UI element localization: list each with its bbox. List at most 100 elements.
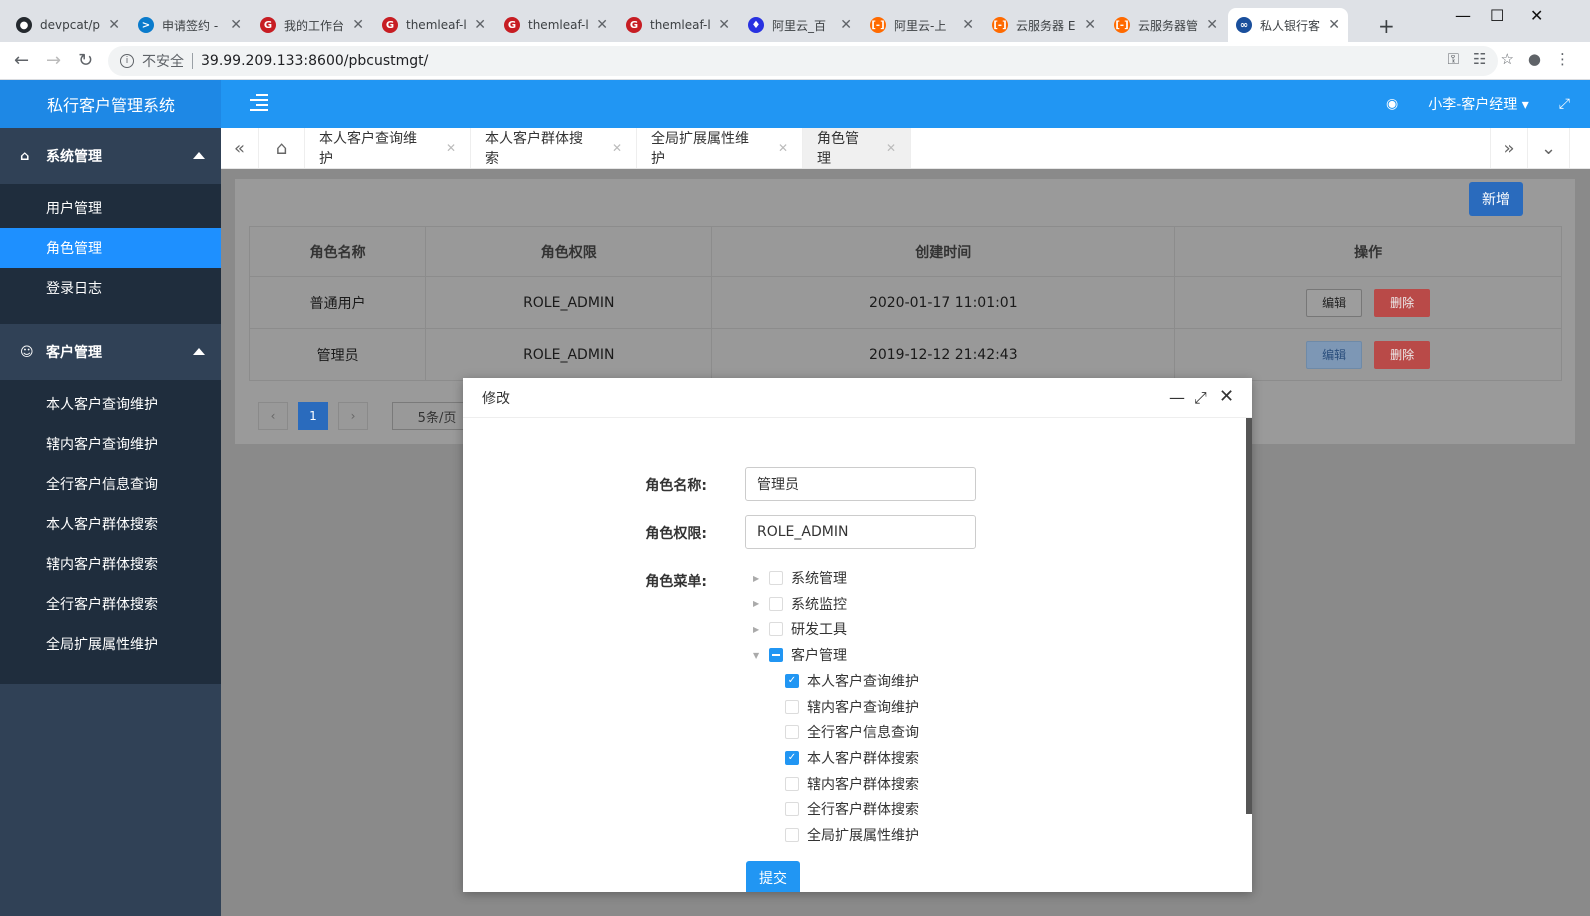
delete-button[interactable]: 删除 [1374, 340, 1431, 369]
tabs-scroll-left-icon[interactable]: « [221, 128, 259, 168]
tree-node[interactable]: 辖内客户群体搜索 [785, 774, 919, 794]
browser-tab[interactable]: Gthemleaf-l ✕ [374, 8, 494, 42]
sidebar-item[interactable]: 全行客户信息查询 [0, 464, 221, 504]
tree-checkbox[interactable]: ✓ [785, 673, 799, 688]
caret-right-icon[interactable]: ▶ [753, 574, 765, 583]
sidebar-item[interactable]: 本人客户群体搜索 [0, 504, 221, 544]
forward-icon[interactable]: → [46, 50, 61, 71]
tree-checkbox[interactable] [769, 648, 783, 663]
edit-button[interactable]: 编辑 [1306, 288, 1363, 317]
sidebar-group[interactable]: ☺ 客户管理 [0, 324, 221, 380]
menu-icon[interactable]: ⋮ [1555, 50, 1570, 68]
info-icon[interactable]: i [120, 54, 134, 68]
add-button[interactable]: 新增 [1469, 182, 1523, 216]
tree-checkbox[interactable] [769, 622, 783, 637]
delete-button[interactable]: 删除 [1374, 288, 1431, 317]
browser-tab[interactable]: [-] 阿里云-上 ✕ [862, 8, 982, 42]
tree-checkbox[interactable] [785, 828, 799, 842]
maximize-window-icon[interactable]: ☐ [1490, 6, 1504, 25]
sidebar-item[interactable]: 登录日志 [0, 268, 221, 308]
close-tab-icon[interactable]: ✕ [886, 141, 896, 155]
next-page-icon[interactable]: › [338, 402, 368, 430]
browser-tab[interactable]: G 我的工作台 ✕ [252, 8, 372, 42]
tree-checkbox[interactable] [785, 699, 799, 714]
close-tab-icon[interactable]: ✕ [446, 141, 456, 155]
close-tab-icon[interactable]: ✕ [352, 17, 364, 33]
close-tab-icon[interactable]: ✕ [108, 17, 120, 33]
browser-tab[interactable]: > 申请签约 - ✕ [130, 8, 250, 42]
close-tab-icon[interactable]: ✕ [230, 17, 242, 33]
sidebar-item[interactable]: 全行客户群体搜索 [0, 584, 221, 624]
caret-right-icon[interactable]: ▶ [753, 625, 765, 634]
tree-checkbox[interactable] [785, 802, 799, 817]
sidebar-item[interactable]: 本人客户查询维护 [0, 384, 221, 424]
tabs-scroll-right-icon[interactable]: » [1490, 128, 1528, 168]
page-tab[interactable]: 全局扩展属性维护 ✕ [637, 128, 803, 168]
browser-tab[interactable]: [-] 云服务器 E ✕ [984, 8, 1104, 42]
page-tab[interactable]: 角色管理 ✕ [803, 128, 911, 168]
minimize-window-icon[interactable]: — [1455, 6, 1471, 25]
submit-button[interactable]: 提交 [746, 861, 800, 892]
tree-node[interactable]: ▶ 研发工具 [753, 619, 847, 639]
page-number[interactable]: 1 [298, 402, 328, 430]
tree-checkbox[interactable] [769, 596, 783, 611]
minimize-icon[interactable]: — [1169, 388, 1185, 407]
tree-node[interactable]: ▶ 系统管理 [753, 568, 847, 588]
omnibox[interactable]: i 不安全 39.99.209.133:8600/pbcustmgt/ [108, 46, 1498, 76]
theme-icon[interactable]: ◉ [1386, 96, 1398, 112]
close-tab-icon[interactable]: ✕ [962, 17, 974, 33]
fullscreen-icon[interactable]: ⤢ [1559, 96, 1570, 112]
tree-node[interactable]: ▶ 系统监控 [753, 594, 847, 614]
modal-scrollbar[interactable] [1246, 418, 1252, 814]
home-tab-icon[interactable]: ⌂ [259, 128, 305, 168]
close-window-icon[interactable]: ✕ [1530, 6, 1543, 25]
sidebar-group[interactable]: ⌂ 系统管理 [0, 128, 221, 184]
maximize-icon[interactable]: ⤢ [1194, 388, 1207, 408]
close-tab-icon[interactable]: ✕ [596, 17, 608, 33]
edit-button[interactable]: 编辑 [1306, 340, 1363, 369]
caret-right-icon[interactable]: ▶ [753, 599, 765, 608]
browser-tab[interactable]: ♦ 阿里云_百 ✕ [740, 8, 860, 42]
sidebar-item[interactable]: 全局扩展属性维护 [0, 624, 221, 664]
sidebar-item[interactable]: 用户管理 [0, 188, 221, 228]
tree-node[interactable]: 全行客户群体搜索 [785, 799, 919, 819]
tree-node[interactable]: 辖内客户查询维护 [785, 697, 919, 717]
collapse-menu-icon[interactable] [250, 94, 268, 112]
close-tab-icon[interactable]: ✕ [1328, 17, 1340, 33]
tree-checkbox[interactable] [785, 725, 799, 740]
url-text[interactable]: 39.99.209.133:8600/pbcustmgt/ [201, 53, 428, 69]
tabs-menu-chevron-down-icon[interactable]: ⌄ [1528, 128, 1570, 168]
tree-checkbox[interactable] [769, 571, 783, 585]
tree-checkbox[interactable] [785, 776, 799, 791]
close-tab-icon[interactable]: ✕ [840, 17, 852, 33]
tree-node[interactable]: 全局扩展属性维护 [785, 825, 919, 845]
close-tab-icon[interactable]: ✕ [612, 141, 622, 155]
user-menu[interactable]: 小李-客户经理 ▾ [1428, 94, 1529, 114]
reload-icon[interactable]: ↻ [78, 50, 93, 71]
tree-node[interactable]: ✓ 本人客户查询维护 [785, 671, 919, 691]
back-icon[interactable]: ← [14, 50, 29, 71]
tree-node[interactable]: 全行客户信息查询 [785, 722, 919, 742]
browser-tab[interactable]: Gthemleaf-l ✕ [496, 8, 616, 42]
page-tab[interactable]: 本人客户群体搜索 ✕ [471, 128, 637, 168]
close-tab-icon[interactable]: ✕ [778, 141, 788, 155]
star-icon[interactable]: ☆ [1500, 50, 1513, 68]
close-tab-icon[interactable]: ✕ [1084, 17, 1096, 33]
key-icon[interactable]: ⚿ [1448, 50, 1459, 68]
close-tab-icon[interactable]: ✕ [1206, 17, 1218, 33]
caret-down-icon[interactable]: ▼ [753, 651, 765, 660]
browser-tab[interactable]: ● devpcat/p ✕ [8, 8, 128, 42]
tree-node[interactable]: ✓ 本人客户群体搜索 [785, 748, 919, 768]
close-icon[interactable]: ✕ [1219, 386, 1234, 407]
prev-page-icon[interactable]: ‹ [258, 402, 288, 430]
tree-checkbox[interactable]: ✓ [785, 750, 799, 765]
close-tab-icon[interactable]: ✕ [718, 17, 730, 33]
page-tab[interactable]: 本人客户查询维护 ✕ [305, 128, 471, 168]
sidebar-item[interactable]: 辖内客户群体搜索 [0, 544, 221, 584]
translate-icon[interactable]: ☷ [1473, 50, 1486, 68]
sidebar-item[interactable]: 角色管理 [0, 228, 221, 268]
sidebar-item[interactable]: 辖内客户查询维护 [0, 424, 221, 464]
browser-tab[interactable]: ∞ 私人银行客 ✕ [1228, 8, 1348, 42]
role-perm-input[interactable]: ROLE_ADMIN [745, 515, 976, 549]
browser-tab[interactable]: [-] 云服务器管 ✕ [1106, 8, 1226, 42]
